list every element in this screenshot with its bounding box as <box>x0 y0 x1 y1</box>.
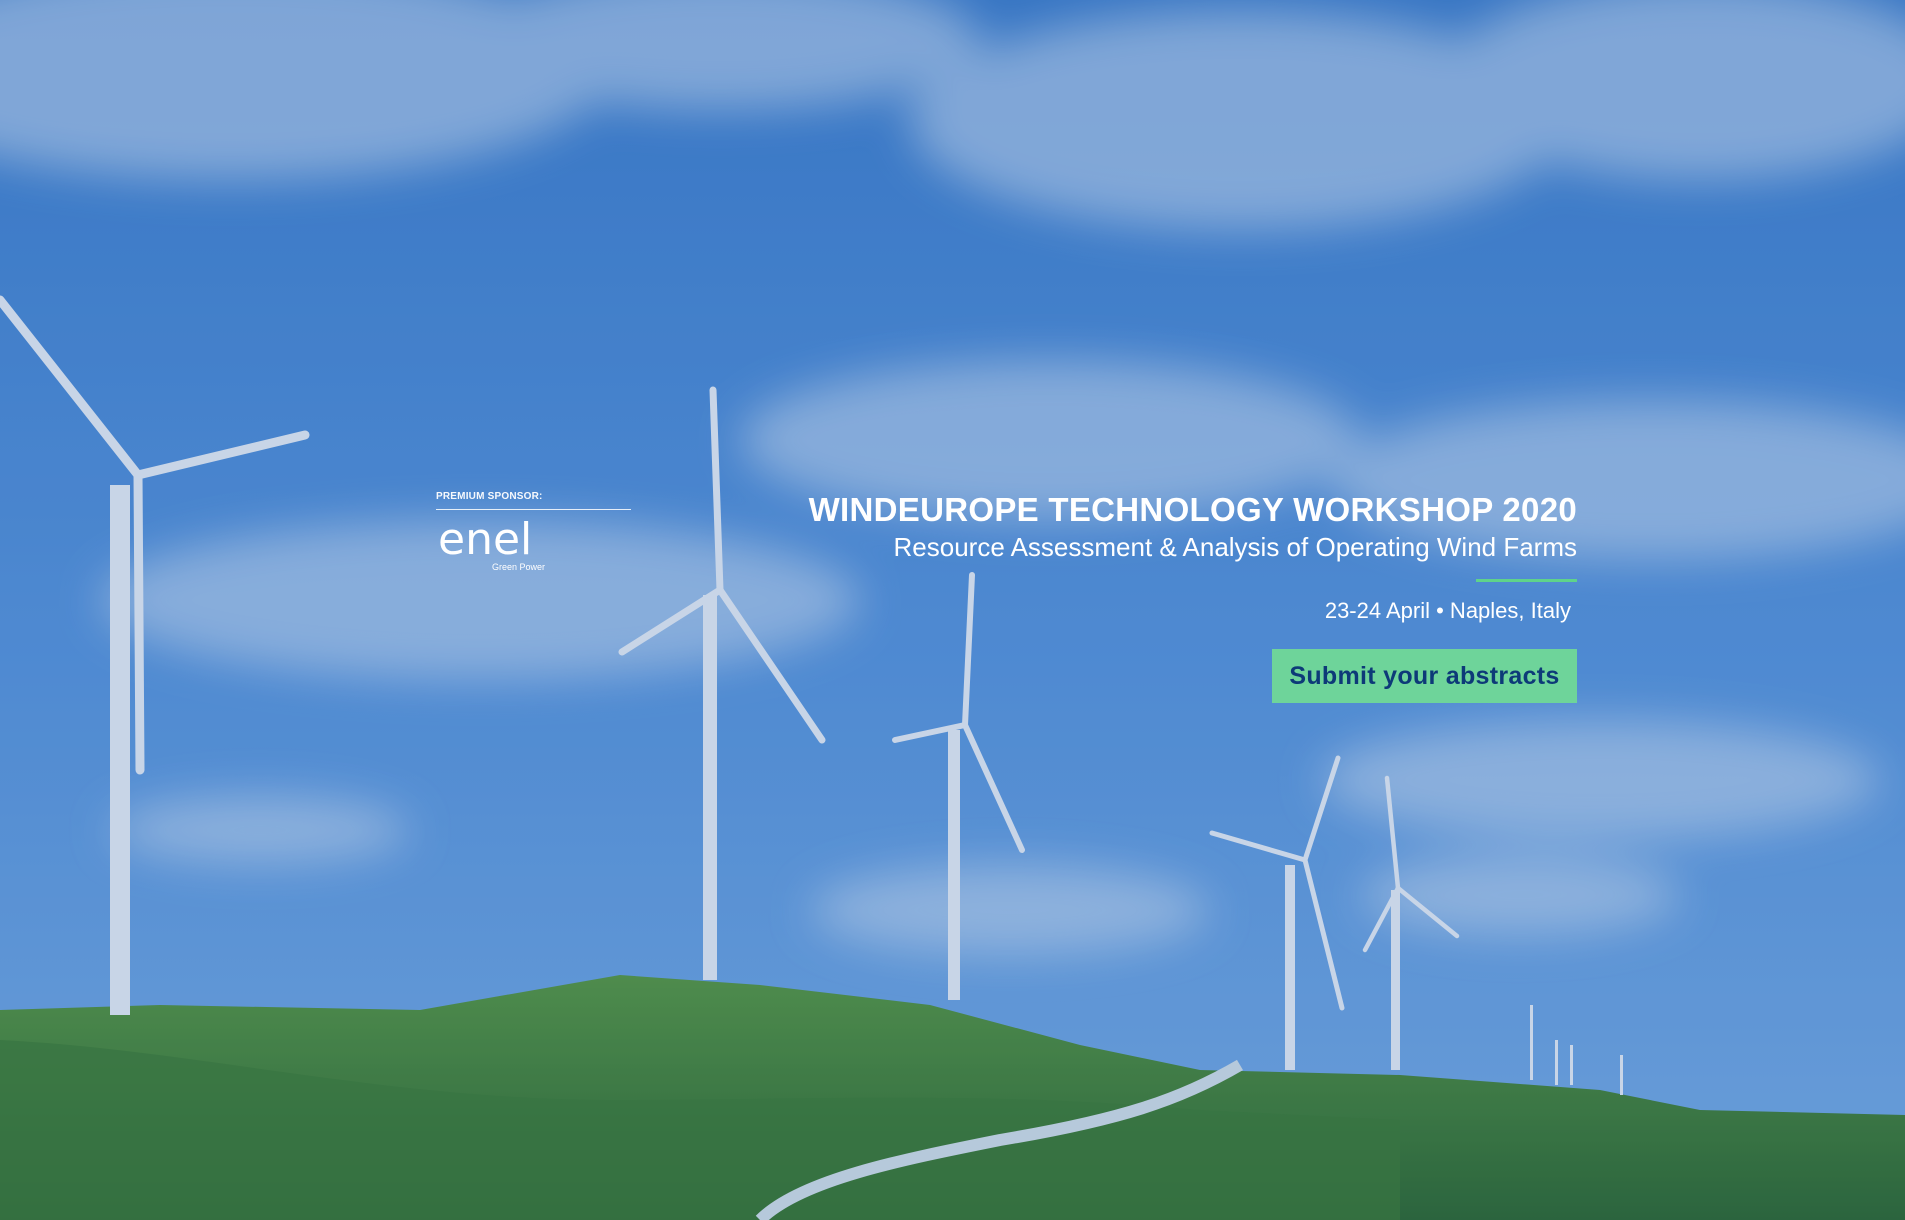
wind-farm-background <box>0 0 1905 1220</box>
hero-banner <box>0 0 1905 1220</box>
sponsor-logo-name: enel <box>438 516 532 565</box>
sponsor-logo-tagline: Green Power <box>492 562 545 572</box>
page-title: WINDEUROPE TECHNOLOGY WORKSHOP 2020 <box>808 491 1577 528</box>
event-date-location: 23-24 April • Naples, Italy <box>1324 598 1571 623</box>
page-subtitle: Resource Assessment & Analysis of Operat… <box>893 532 1578 562</box>
submit-abstracts-button[interactable]: Submit your abstracts <box>1272 649 1577 703</box>
accent-divider <box>1476 579 1577 582</box>
enel-logo-icon[interactable]: enel Green Power <box>436 516 556 578</box>
event-headline: WINDEUROPE TECHNOLOGY WORKSHOP 2020 Reso… <box>577 490 1577 563</box>
